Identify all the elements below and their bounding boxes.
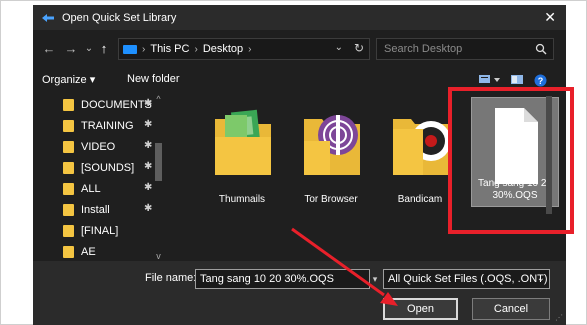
pin-icon: ✱ [144,182,153,193]
organize-button[interactable]: Organize ▾ [42,73,95,86]
chevron-right-icon[interactable]: › [194,44,197,55]
folder-icon [63,161,74,174]
sidebar-item-label: [FINAL] [81,224,119,237]
address-row: ← → ⌄ ↑ › This PC › Desktop › ⌄ ↻ [33,36,566,62]
chevron-right-icon[interactable]: › [248,44,251,55]
folder-icon [63,182,74,195]
back-arrow-icon[interactable]: ← [42,39,56,59]
pin-icon: ✱ [144,98,153,109]
this-pc-icon [123,44,137,54]
folder-icon [63,224,74,237]
annotation-highlight-box [448,87,574,234]
file-type-value: All Quick Set Files (.OQS, .ONT) [388,273,548,285]
recent-locations-icon[interactable]: ⌄ [84,39,94,59]
folder-icon [63,203,74,216]
breadcrumb-this-pc[interactable]: This PC [150,43,189,55]
file-item-tor-browser[interactable]: Tor Browser [290,97,372,207]
scroll-up-icon[interactable]: ^ [153,94,164,104]
resize-grip-icon[interactable]: ⋰ [555,313,563,322]
breadcrumb-desktop[interactable]: Desktop [203,43,243,55]
refresh-icon[interactable]: ↻ [354,41,364,55]
sidebar-item-label: [SOUNDS] [81,161,135,174]
file-type-select[interactable]: All Quick Set Files (.OQS, .ONT) ⌄ [383,269,550,289]
sidebar-item-label: TRAINING [81,119,134,132]
chevron-right-icon[interactable]: › [142,44,145,55]
pin-icon: ✱ [144,161,153,172]
file-name: Tor Browser [304,194,358,205]
navigation-scrollbar[interactable]: ^ v [153,94,164,261]
title-bar: Open Quick Set Library ✕ [33,5,566,30]
folder-icon [63,140,74,153]
scrollbar-thumb[interactable] [155,143,162,181]
dialog-footer: File name: ▾ All Quick Set Files (.OQS, … [33,261,566,325]
up-arrow-icon[interactable]: ↑ [98,39,110,59]
help-icon[interactable]: ? [534,74,547,87]
search-input[interactable] [377,39,527,59]
file-name: Thumnails [218,194,266,205]
chevron-down-icon: ⌄ [536,273,545,284]
pin-icon: ✱ [144,140,153,151]
folder-icon [63,245,74,258]
sidebar-item-label: DOCUMENTS [81,98,152,111]
search-icon[interactable] [535,43,547,55]
svg-text:?: ? [538,76,544,86]
sidebar-item-label: Install [81,203,110,216]
sidebar-item-label: VIDEO [81,140,116,153]
change-view-icon[interactable] [479,74,501,86]
scroll-down-icon[interactable]: v [153,251,164,261]
dialog-title: Open Quick Set Library [62,11,177,24]
sidebar-item-label: AE [81,245,96,258]
open-button[interactable]: Open [383,298,458,320]
pin-icon: ✱ [144,203,153,214]
tor-browser-folder-icon [304,115,360,175]
cancel-button[interactable]: Cancel [472,298,550,320]
sidebar-item-label: ALL [81,182,101,195]
app-icon [42,13,54,22]
address-bar[interactable]: › This PC › Desktop › ⌄ ↻ [118,38,370,60]
pin-icon: ✱ [144,119,153,130]
file-name-label: File name: [145,272,197,284]
preview-pane-icon[interactable] [511,74,523,86]
file-name-field[interactable] [195,269,370,289]
folder-icon [63,98,74,111]
forward-arrow-icon[interactable]: → [64,39,78,59]
close-icon[interactable]: ✕ [544,9,556,25]
folder-icon [63,119,74,132]
search-box[interactable] [376,38,554,60]
green-folder-icon [215,109,271,175]
file-item-thumnails[interactable]: Thumnails [201,97,283,207]
address-dropdown-icon[interactable]: ⌄ [335,42,343,53]
file-name-dropdown-icon[interactable]: ▾ [370,269,380,289]
new-folder-button[interactable]: New folder [127,73,180,85]
